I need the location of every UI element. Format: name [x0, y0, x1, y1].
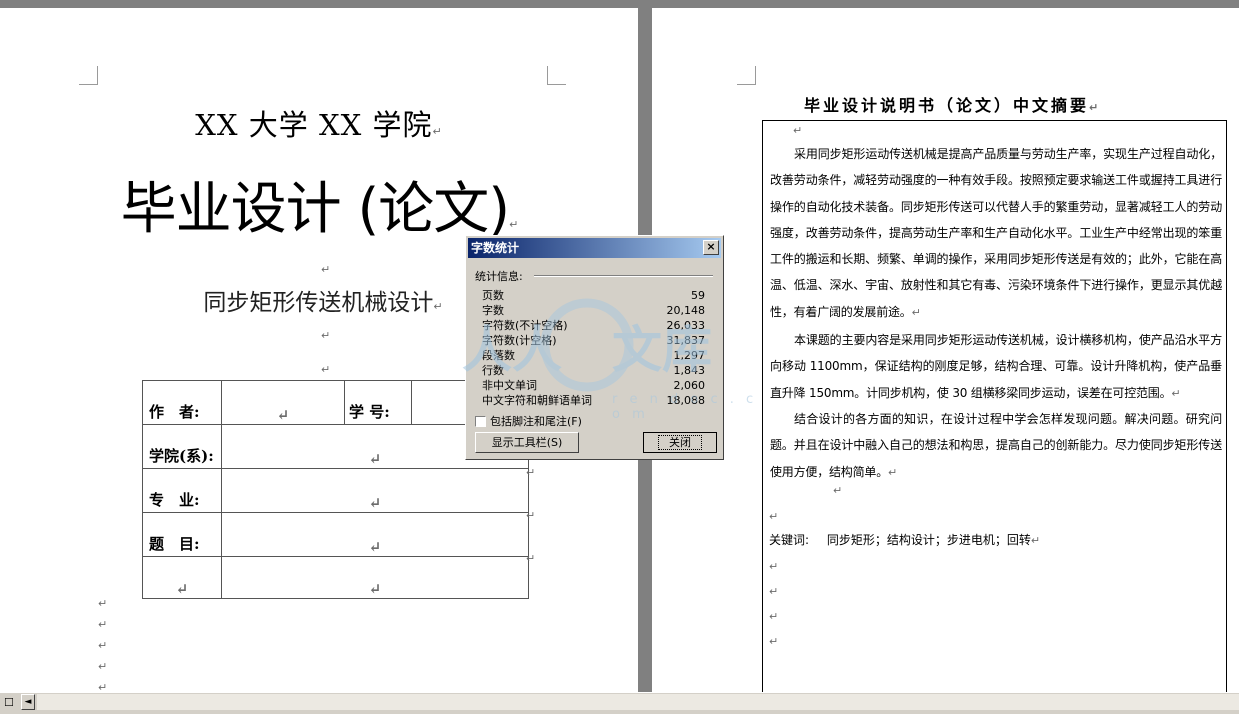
keywords-line[interactable]: 关键词: 同步矩形；结构设计；步进电机；回转↵ — [769, 531, 1040, 548]
include-footnotes-checkbox[interactable]: 包括脚注和尾注(F) — [475, 413, 582, 429]
paragraph-mark: ↵ — [769, 510, 779, 523]
abstract-paragraph[interactable]: 结合设计的各方面的知识，在设计过程中学会怎样发现问题。解决问题。研究问题。并且在… — [770, 406, 1222, 485]
stat-row-words: 字数 20,148 — [482, 304, 705, 317]
stat-row-paragraphs: 段落数 1,297 — [482, 349, 705, 362]
stats-group-label: 统计信息: — [475, 270, 523, 283]
document-page-right: 毕业设计说明书（论文）中文摘要↵ ↵ 采用同步矩形运动传送机械是提高产品质量与劳… — [652, 8, 1239, 692]
paragraph-mark: ↵ — [769, 635, 779, 648]
row-end-mark: ↵ — [526, 466, 536, 479]
stat-row-chars-no-spaces: 字符数(不计空格) 26,033 — [482, 319, 705, 332]
subject-label: 题 目: — [142, 512, 222, 557]
group-divider — [534, 275, 713, 277]
paragraph-mark: ↵ — [321, 329, 331, 342]
table-empty-cell[interactable]: ↵ — [142, 556, 222, 599]
table-empty-cell[interactable]: ↵ — [221, 556, 529, 599]
dialog-titlebar[interactable]: 字数统计 × — [468, 238, 721, 258]
major-label: 专 业: — [142, 468, 222, 513]
paragraph-mark: ↵ — [321, 263, 331, 276]
abstract-title[interactable]: 毕业设计说明书（论文）中文摘要↵ — [804, 92, 1098, 116]
status-bar: ☐ ◄ — [0, 692, 1239, 714]
keywords-label: 关键词: — [769, 533, 810, 547]
keywords-value[interactable]: 同步矩形；结构设计；步进电机；回转 — [827, 533, 1031, 547]
paragraph-mark: ↵ — [98, 618, 108, 631]
stats-list: 页数 59 字数 20,148 字符数(不计空格) 26,033 字符数(计空格) 31… — [482, 288, 705, 408]
paragraph-mark: ↵ — [98, 639, 108, 652]
paragraph-mark: ↵ — [98, 681, 108, 692]
view-mode-icon[interactable]: ☐ — [4, 696, 14, 709]
author-label: 作 者: — [142, 380, 222, 425]
abstract-box[interactable]: ↵ 采用同步矩形运动传送机械是提高产品质量与劳动生产率，实现生产过程自动化，改善… — [762, 120, 1227, 692]
row-end-mark: ↵ — [526, 509, 536, 522]
university-name[interactable]: XX 大学 XX 学院↵ — [0, 102, 638, 144]
row-end-mark: ↵ — [526, 552, 536, 565]
paragraph-mark: ↵ — [321, 363, 331, 376]
paragraph-mark: ↵ — [98, 660, 108, 673]
dialog-title: 字数统计 — [471, 241, 520, 255]
stat-row-lines: 行数 1,843 — [482, 364, 705, 377]
thesis-title[interactable]: 毕业设计 (论文)↵ — [0, 164, 638, 245]
major-value[interactable]: ↵ — [221, 468, 529, 513]
dialog-close-icon[interactable]: × — [703, 240, 719, 255]
word-count-dialog[interactable]: 字数统计 × 统计信息: 页数 59 字数 20,148 字符数(不计空格) 26,0… — [465, 235, 724, 460]
stat-row-chinese-chars: 中文字符和朝鲜语单词 18,088 — [482, 394, 705, 407]
abstract-paragraph[interactable]: 采用同步矩形运动传送机械是提高产品质量与劳动生产率，实现生产过程自动化，改善劳动… — [770, 141, 1222, 325]
horizontal-scrollbar[interactable] — [37, 694, 1239, 710]
paragraph-mark: ↵ — [769, 585, 779, 598]
show-toolbar-button[interactable]: 显示工具栏(S) — [475, 432, 579, 453]
stat-row-non-chinese-words: 非中文单词 2,060 — [482, 379, 705, 392]
checkbox-box[interactable] — [475, 415, 486, 427]
student-id-label: 学 号: — [344, 380, 412, 425]
college-label: 学院(系): — [142, 424, 222, 469]
crop-mark-top-left — [79, 66, 98, 85]
abstract-paragraph[interactable]: 本课题的主要内容是采用同步矩形运动传送机械，设计横移机构，使产品沿水平方向移动 … — [770, 327, 1222, 406]
scroll-left-icon[interactable]: ◄ — [21, 694, 35, 710]
stat-row-pages: 页数 59 — [482, 289, 705, 302]
crop-mark-top-left — [737, 66, 756, 85]
paragraph-mark: ↵ — [769, 610, 779, 623]
paragraph-mark: ↵ — [98, 597, 108, 610]
stat-row-chars-with-spaces: 字符数(计空格) 31,837 — [482, 334, 705, 347]
author-value[interactable]: ↵ — [221, 380, 345, 425]
checkbox-label: 包括脚注和尾注(F) — [490, 415, 582, 428]
subject-value[interactable]: ↵ — [221, 512, 529, 557]
close-button[interactable]: 关闭 — [643, 432, 717, 453]
crop-mark-top-right — [547, 66, 566, 85]
paragraph-mark: ↵ — [793, 124, 803, 137]
abstract-text[interactable]: 采用同步矩形运动传送机械是提高产品质量与劳动生产率，实现生产过程自动化，改善劳动… — [770, 141, 1222, 485]
paragraph-mark: ↵ — [769, 560, 779, 573]
paragraph-mark: ↵ — [833, 484, 843, 497]
